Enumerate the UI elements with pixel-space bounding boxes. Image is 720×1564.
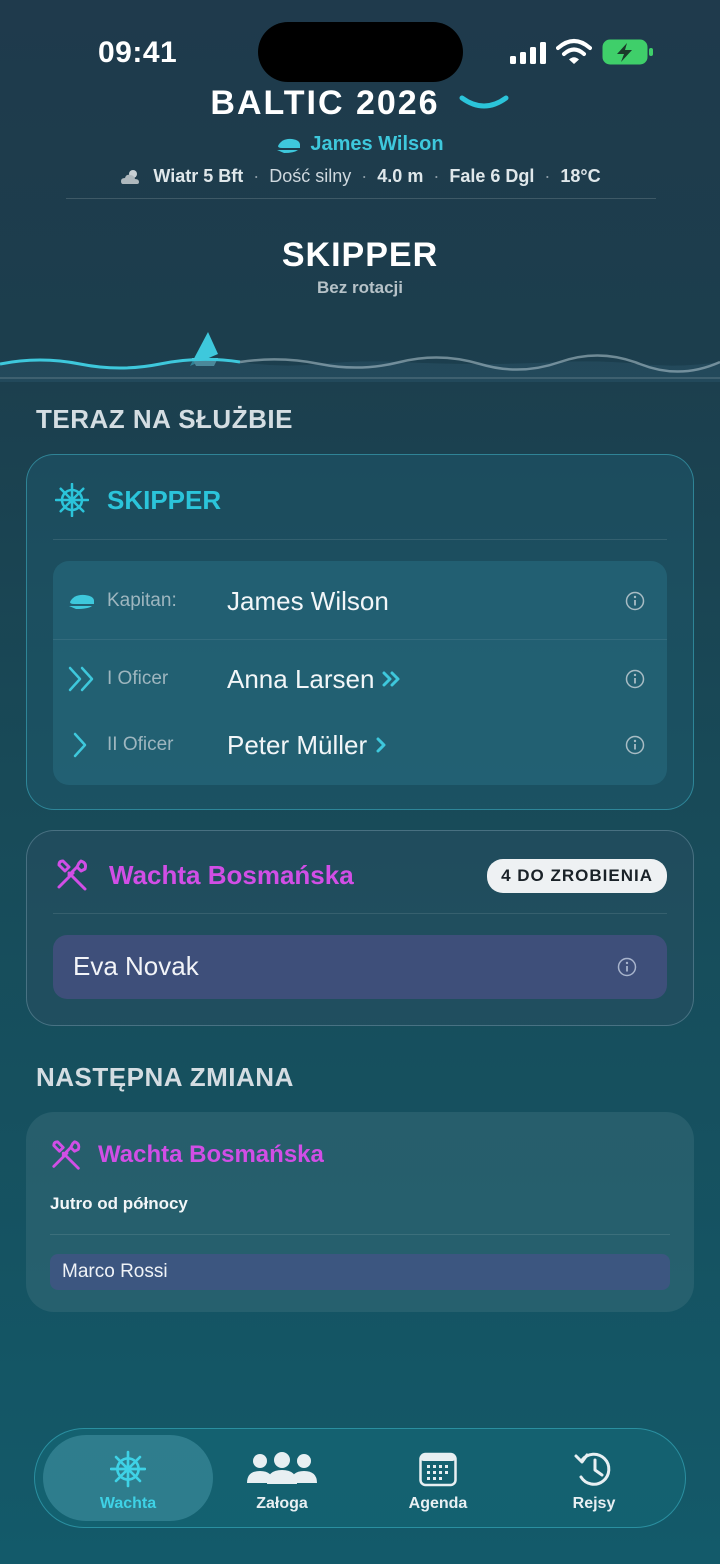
- crew-name: Anna Larsen: [227, 663, 375, 694]
- next-shift-header: Wachta Bosmańska: [50, 1138, 324, 1172]
- info-icon[interactable]: [625, 591, 645, 611]
- separator-dot: ·: [361, 166, 368, 186]
- tab-rejsy[interactable]: Rejsy: [509, 1435, 679, 1521]
- calendar-icon: [419, 1452, 457, 1487]
- bosun-member-row[interactable]: Eva Novak: [53, 935, 667, 999]
- weather-row: Wiatr 5 Bft · Dość silny · 4.0 m · Fale …: [0, 166, 720, 187]
- chevron-down-icon[interactable]: [458, 92, 510, 116]
- tab-label: Agenda: [408, 1495, 468, 1512]
- bosun-card-header: Wachta Bosmańska: [55, 857, 354, 893]
- crew-row-captain[interactable]: Kapitan: James Wilson: [53, 565, 667, 637]
- helm-icon: [110, 1450, 146, 1488]
- crew-name-wrap: Anna Larsen: [227, 664, 402, 695]
- captain-cap-icon: [69, 594, 94, 609]
- skipper-card-label: SKIPPER: [107, 484, 222, 515]
- crew-name: James Wilson: [227, 585, 389, 616]
- next-shift-member[interactable]: Marco Rossi: [50, 1254, 670, 1290]
- tab-label: Załoga: [256, 1495, 308, 1512]
- captain-row: James Wilson: [0, 133, 720, 156]
- trip-title: BALTIC 2026: [210, 84, 440, 122]
- tab-wachta[interactable]: Wachta: [43, 1435, 213, 1521]
- weather-wave-height: 4.0 m: [377, 166, 424, 186]
- header-divider: [66, 198, 656, 199]
- skipper-card: SKIPPER Kapitan: James Wilson I Oficer A…: [26, 454, 694, 810]
- weather-wind-desc: Dość silny: [269, 166, 352, 186]
- on-duty-title: TERAZ NA SŁUŻBIE: [36, 404, 293, 434]
- crew-role: II Oficer: [107, 734, 174, 755]
- next-shift-time: Jutro od północy: [50, 1194, 188, 1213]
- tab-label: Rejsy: [572, 1495, 616, 1512]
- weather-wind: Wiatr 5 Bft: [153, 166, 244, 186]
- helm-icon: [55, 483, 89, 517]
- crew-row-first-officer[interactable]: I Oficer Anna Larsen: [53, 643, 667, 715]
- card-divider: [50, 1234, 670, 1235]
- tools-icon: [57, 859, 87, 891]
- next-shift-card: Wachta Bosmańska Jutro od północy Marco …: [26, 1112, 694, 1312]
- watch-mode-title: SKIPPER: [281, 236, 439, 274]
- status-time: 09:41: [98, 36, 178, 69]
- next-shift-label: Wachta Bosmańska: [98, 1141, 324, 1168]
- crew-name: Peter Müller: [227, 729, 368, 760]
- next-shift-title: NASTĘPNA ZMIANA: [36, 1062, 294, 1092]
- card-divider: [53, 539, 667, 540]
- single-chevron-icon: [73, 732, 87, 758]
- double-chevron-icon: [382, 671, 400, 687]
- bosun-card-label: Wachta Bosmańska: [109, 859, 354, 890]
- crew-name: Marco Rossi: [62, 1261, 168, 1282]
- watch-mode-subtitle: Bez rotacji: [317, 278, 403, 297]
- trip-selector[interactable]: BALTIC 2026: [0, 84, 720, 123]
- bosun-watch-card: Wachta Bosmańska 4 DO ZROBIENIA Eva Nova…: [26, 830, 694, 1026]
- row-divider: [53, 639, 667, 640]
- tab-bar: Wachta Załoga Agenda Rejsy: [34, 1428, 686, 1528]
- skipper-card-header: SKIPPER: [55, 483, 221, 517]
- separator-dot: ·: [544, 166, 551, 186]
- info-icon[interactable]: [625, 669, 645, 689]
- separator-dot: ·: [253, 166, 260, 186]
- sea-waves-illustration: [0, 332, 720, 382]
- tools-icon: [52, 1140, 81, 1170]
- todo-badge[interactable]: 4 DO ZROBIENIA: [487, 859, 667, 893]
- crew-name-wrap: Peter Müller: [227, 730, 389, 761]
- tab-agenda[interactable]: Agenda: [353, 1435, 523, 1521]
- captain-cap-icon: [277, 138, 301, 153]
- crew-list: Kapitan: James Wilson I Oficer Anna Lars…: [53, 561, 667, 785]
- info-icon[interactable]: [625, 735, 645, 755]
- history-icon: [574, 1452, 611, 1486]
- battery-charging-icon: [602, 39, 653, 65]
- single-chevron-icon: [376, 737, 386, 753]
- tab-label: Wachta: [99, 1495, 157, 1512]
- crew-name: Eva Novak: [73, 951, 199, 981]
- dynamic-island: [258, 22, 463, 82]
- crew-icon: [247, 1452, 317, 1484]
- info-icon[interactable]: [617, 957, 637, 977]
- captain-name: James Wilson: [310, 133, 444, 155]
- double-chevron-icon: [68, 666, 94, 692]
- tab-zaloga[interactable]: Załoga: [197, 1435, 367, 1521]
- wifi-icon: [556, 39, 592, 64]
- trip-header: BALTIC 2026 James Wilson Wiatr 5 Bft · D…: [0, 84, 720, 187]
- weather-waves: Fale 6 Dgl: [449, 166, 535, 186]
- crew-row-second-officer[interactable]: II Oficer Peter Müller: [53, 709, 667, 781]
- partly-cloudy-icon: [121, 169, 140, 184]
- card-divider: [53, 913, 667, 914]
- crew-role: Kapitan:: [107, 590, 177, 611]
- crew-role: I Oficer: [107, 668, 169, 689]
- cellular-signal-icon: [510, 42, 546, 64]
- separator-dot: ·: [433, 166, 440, 186]
- weather-temp: 18°C: [560, 166, 601, 186]
